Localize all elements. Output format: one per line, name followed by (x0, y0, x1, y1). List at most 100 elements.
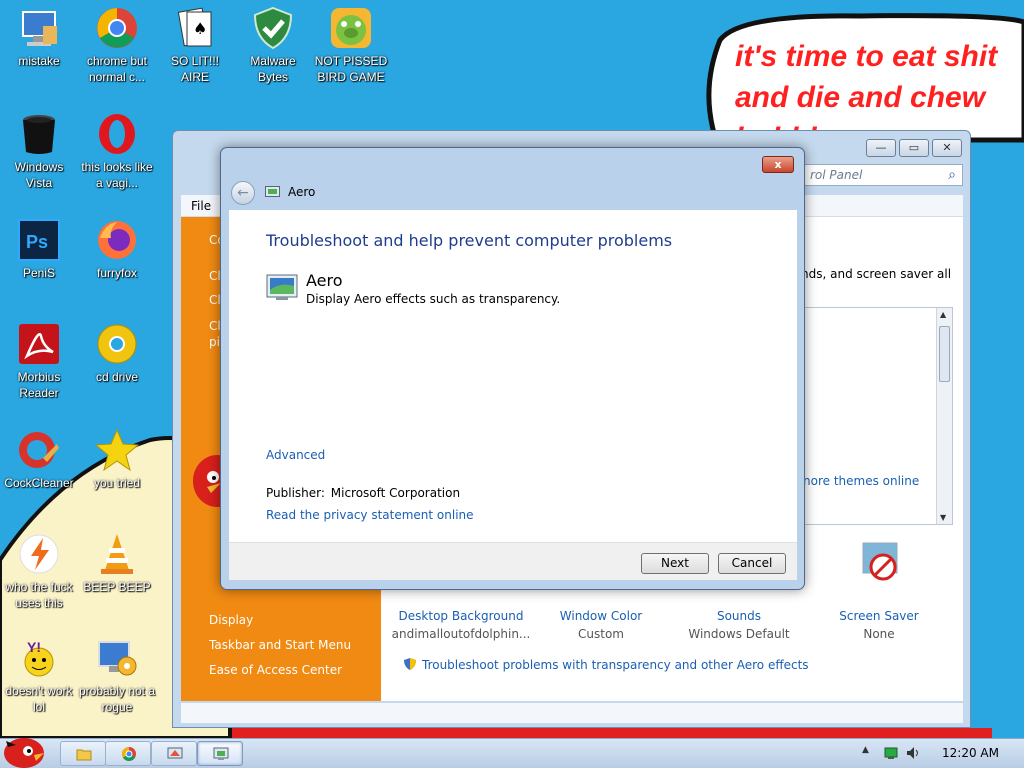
aero-monitor-icon (266, 274, 298, 300)
troubleshooter-item-name: Aero (306, 271, 343, 290)
taskbar-clock[interactable]: 12:20 AM (942, 746, 999, 760)
search-icon[interactable]: ⌕ (948, 167, 956, 183)
taskbar-troubleshooter-button[interactable] (197, 741, 243, 766)
ccleaner-icon (17, 428, 61, 472)
desktop-icon-label: mistake (18, 54, 60, 68)
desktop-icon-label: BEEP BEEP (83, 580, 151, 594)
uac-shield-icon (404, 658, 416, 670)
desktop-icon-firefox[interactable]: furryfox (78, 218, 156, 281)
desktop-icon-label: this looks like a vagi... (81, 160, 153, 190)
troubleshooter-app-icon (213, 747, 229, 760)
back-arrow-icon[interactable]: ← (231, 181, 255, 205)
desktop-icon-windows-vista[interactable]: Windows Vista (0, 112, 78, 191)
desktop-icon-label: CockCleaner (4, 476, 74, 490)
taskbar: ▲ 12:20 AM (0, 738, 1024, 768)
screen-saver-item[interactable]: Screen Saver None (809, 605, 949, 641)
personalization-icon (167, 747, 183, 759)
network-icon[interactable] (884, 746, 898, 760)
desktop-icon-label: who the fuck uses this (5, 580, 73, 610)
menu-file[interactable]: File (191, 199, 211, 213)
taskbar-explorer-button[interactable] (60, 741, 106, 766)
desktop-icon-you-tried[interactable]: you tried (78, 428, 156, 491)
sidebar-link-ease-of-access[interactable]: Ease of Access Center (209, 663, 342, 677)
desktop-icon-cd-drive[interactable]: cd drive (78, 322, 156, 385)
desktop-icon-beep-beep[interactable]: BEEP BEEP (78, 532, 156, 595)
system-tray: ▲ 12:20 AM (854, 741, 1024, 766)
taskbar-chrome-button[interactable] (105, 741, 151, 766)
desktop-icon-who-uses-this[interactable]: who the fuck uses this (0, 532, 78, 611)
advanced-link[interactable]: Advanced (266, 448, 325, 462)
desktop-icon-photoshop[interactable]: Ps PeniS (0, 218, 78, 281)
desktop-icon-label: you tried (93, 476, 141, 490)
theme-list[interactable]: nore themes online ▲ ▼ (797, 307, 953, 525)
desktop-icon-malwarebytes[interactable]: Malware Bytes (234, 6, 312, 85)
pdf-reader-icon (17, 322, 61, 366)
sounds-link[interactable]: Sounds (669, 605, 809, 627)
sidebar-link-partial[interactable]: Cl (209, 269, 221, 283)
aero-troubleshooter-dialog: x ← Aero Troubleshoot and help prevent c… (220, 147, 805, 590)
dialog-heading: Troubleshoot and help prevent computer p… (266, 231, 673, 250)
desktop-icon-label: chrome but normal c... (86, 54, 148, 84)
control-panel-search-input[interactable]: rol Panel ⌕ (803, 164, 963, 186)
dialog-footer: Next Cancel (229, 542, 797, 580)
screen-saver-icon[interactable] (859, 541, 903, 585)
desktop-background-value: andimalloutofdolphin... (391, 627, 531, 641)
sounds-item[interactable]: Sounds Windows Default (669, 605, 809, 641)
svg-text:Ps: Ps (26, 232, 48, 252)
sidebar-link-taskbar[interactable]: Taskbar and Start Menu (209, 638, 351, 652)
taskbar-control-panel-button[interactable] (151, 741, 197, 766)
sidebar-link-display[interactable]: Display (209, 613, 253, 627)
window-color-link[interactable]: Window Color (531, 605, 671, 627)
desktop-icon-bird-game[interactable]: NOT PISSED BIRD GAME (312, 6, 390, 85)
maximize-button[interactable]: ▭ (899, 139, 929, 157)
star-icon (94, 428, 140, 472)
desktop-icon-morbius-reader[interactable]: Morbius Reader (0, 322, 78, 401)
svg-text:Y!: Y! (27, 639, 41, 655)
desktop-icon-cockcleaner[interactable]: CockCleaner (0, 428, 78, 491)
sidebar-link-partial[interactable]: Cl (209, 293, 221, 307)
scroll-up-icon[interactable]: ▲ (940, 310, 946, 319)
scroll-down-icon[interactable]: ▼ (940, 513, 946, 522)
troubleshoot-aero-link[interactable]: Troubleshoot problems with transparency … (403, 657, 809, 672)
sidebar-link-partial[interactable]: pi (209, 335, 220, 349)
next-button[interactable]: Next (641, 553, 709, 574)
window-color-item[interactable]: Window Color Custom (531, 605, 671, 641)
shield-icon (251, 6, 295, 50)
chrome-icon (95, 6, 139, 50)
publisher-line: Publisher: Microsoft Corporation (266, 486, 460, 500)
photoshop-icon: Ps (17, 218, 61, 262)
desktop-icon-chrome[interactable]: chrome but normal c... (78, 6, 156, 85)
search-placeholder: rol Panel (810, 168, 863, 182)
privacy-statement-link[interactable]: Read the privacy statement online (266, 508, 474, 522)
playing-cards-icon: ♠ (173, 6, 217, 50)
desktop-icon-yahoo[interactable]: Y! doesn't work lol (0, 636, 78, 715)
svg-text:♠: ♠ (193, 19, 207, 38)
folder-icon (76, 749, 92, 761)
opera-icon (95, 112, 139, 156)
minimize-button[interactable]: — (866, 139, 896, 157)
cancel-button[interactable]: Cancel (718, 553, 786, 574)
firefox-icon (95, 218, 139, 262)
speech-line-1: it's time to eat shit (735, 40, 998, 73)
window-caption-buttons: — ▭ ✕ (866, 139, 962, 157)
desktop-background-link[interactable]: Desktop Background (391, 605, 531, 627)
sidebar-link-partial[interactable]: Cl (209, 319, 221, 333)
start-button-angry-bird-icon[interactable] (0, 731, 48, 768)
desktop-icon-rogue[interactable]: probably not a rogue (78, 636, 156, 715)
desktop-icon-solitaire[interactable]: ♠ SO LIT!!! AIRE (156, 6, 234, 85)
theme-scrollbar[interactable]: ▲ ▼ (936, 308, 952, 524)
desktop-icon-mistake[interactable]: mistake (0, 6, 78, 69)
desktop-icon-label: Malware Bytes (250, 54, 296, 84)
desktop-icon-opera[interactable]: this looks like a vagi... (78, 112, 156, 191)
more-themes-link[interactable]: nore themes online (803, 474, 919, 488)
screen-saver-link[interactable]: Screen Saver (809, 605, 949, 627)
close-button[interactable]: ✕ (932, 139, 962, 157)
dialog-title: Aero (288, 185, 316, 199)
show-hidden-icons-icon[interactable]: ▲ (862, 745, 869, 755)
desktop-icon-label: SO LIT!!! AIRE (170, 54, 219, 84)
scroll-thumb[interactable] (939, 326, 950, 382)
desktop-background-item[interactable]: Desktop Background andimalloutofdolphin.… (391, 605, 531, 641)
dialog-close-button[interactable]: x (762, 156, 794, 173)
volume-icon[interactable] (906, 746, 920, 760)
lightning-icon (17, 532, 61, 576)
